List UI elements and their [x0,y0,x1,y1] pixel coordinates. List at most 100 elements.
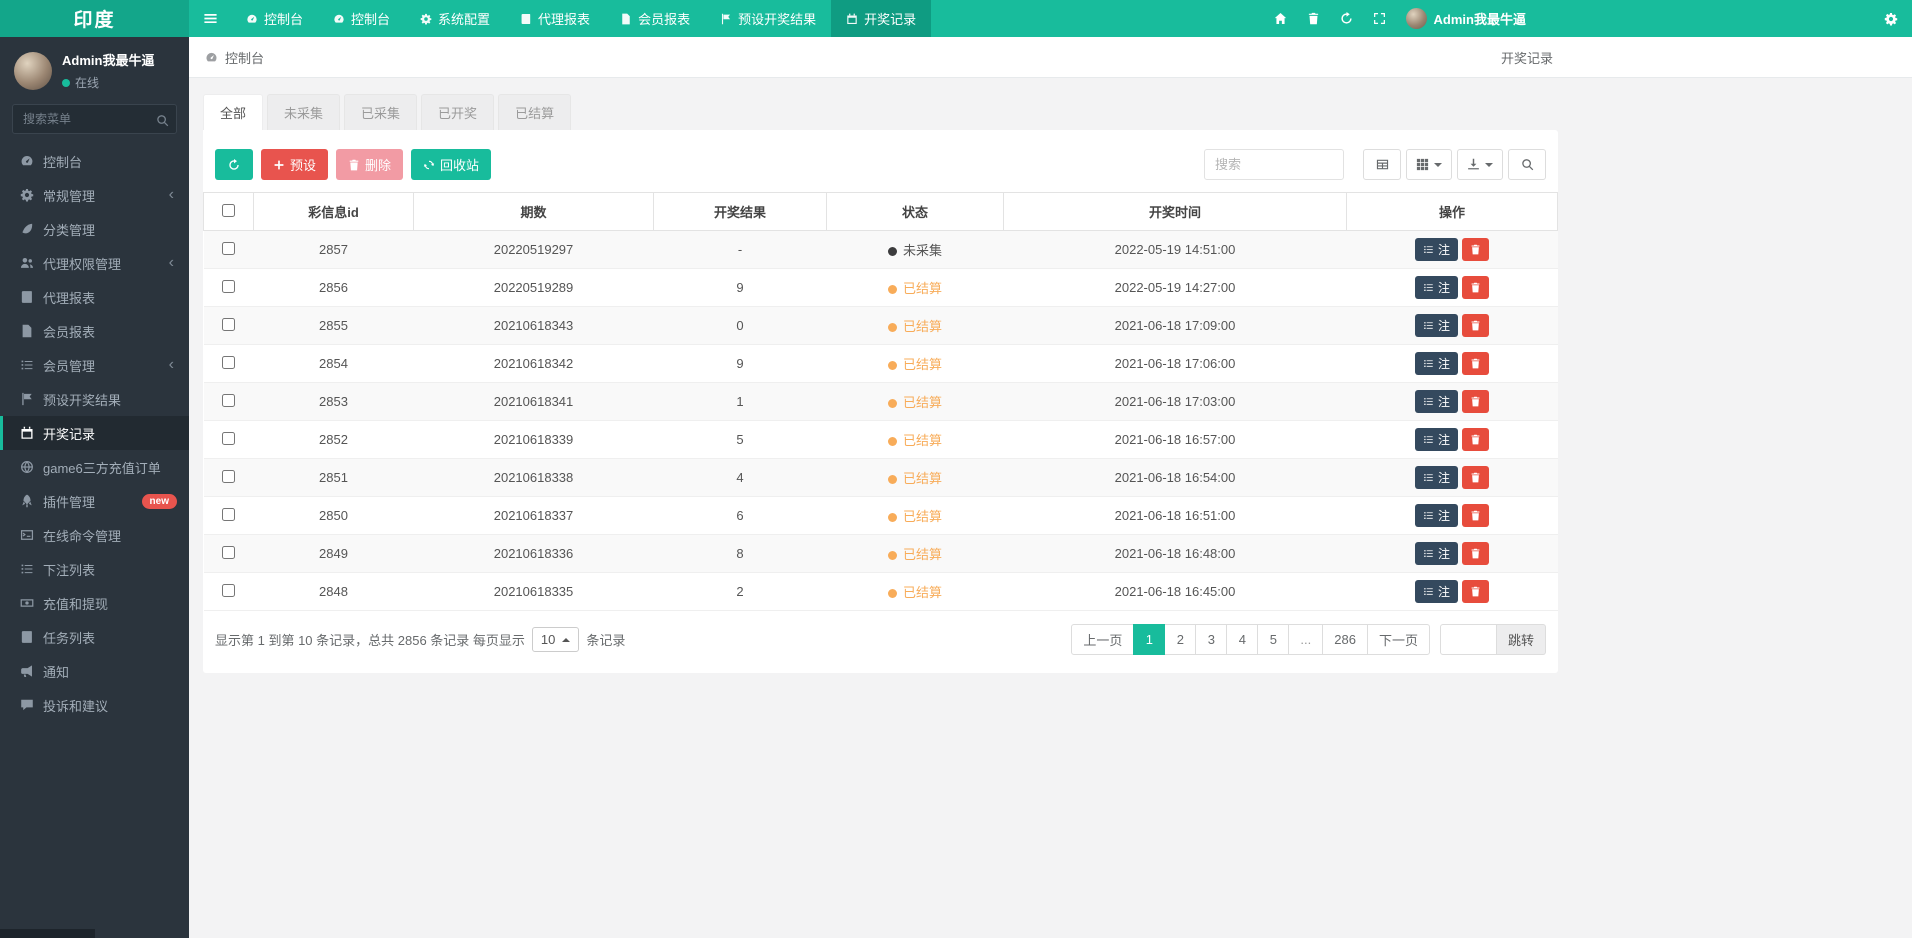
row-checkbox[interactable] [222,545,235,559]
note-button[interactable]: 注 [1414,314,1458,337]
tab-4[interactable]: 已结算 [498,94,572,130]
sidebar-item-11[interactable]: 在线命令管理 [0,518,189,552]
row-checkbox[interactable] [222,241,235,255]
tab-3[interactable]: 已开奖 [421,94,495,130]
page-button-2[interactable]: 2 [1164,624,1197,655]
note-button[interactable]: 注 [1414,276,1458,299]
sidebar-item-9[interactable]: game6三方充值订单 [0,450,189,484]
sidebar-item-12[interactable]: 下注列表 [0,552,189,586]
app-logo[interactable]: 印度 [0,0,189,37]
page-button-1[interactable]: 1 [1133,624,1166,655]
column-header-3[interactable]: 状态 [826,192,1004,231]
sidebar-toggle-button[interactable] [189,0,231,37]
delete-row-button[interactable] [1462,352,1489,375]
columns-dropdown-button[interactable] [1406,149,1452,180]
sidebar-item-14[interactable]: 任务列表 [0,620,189,654]
select-all-checkbox[interactable] [222,203,235,217]
menu-search-input[interactable] [12,104,177,134]
page-size-select[interactable]: 10 [531,627,580,652]
user-menu[interactable]: Admin我最牛逼 [1396,8,1536,29]
column-header-4[interactable]: 开奖时间 [1003,192,1347,231]
sidebar-item-3[interactable]: 代理权限管理 ‹ [0,246,189,280]
row-checkbox[interactable] [222,469,235,483]
tab-1[interactable]: 未采集 [267,94,341,130]
delete-row-button[interactable] [1462,314,1489,337]
topnav-item-0[interactable]: 控制台 [231,0,318,37]
row-checkbox[interactable] [222,317,235,331]
delete-row-button[interactable] [1462,542,1489,565]
note-button[interactable]: 注 [1414,390,1458,413]
sidebar-item-0[interactable]: 控制台 [0,144,189,178]
row-checkbox[interactable] [222,393,235,407]
page-button-5[interactable]: 5 [1257,624,1290,655]
next-button[interactable]: 下一页 [1366,624,1430,655]
topnav-item-3[interactable]: 代理报表 [505,0,605,37]
column-header-0[interactable]: 彩信息id [253,192,414,231]
row-checkbox[interactable] [222,431,235,445]
note-button[interactable]: 注 [1414,466,1458,489]
sidebar-item-6[interactable]: 会员管理 ‹ [0,348,189,382]
toggle-view-button[interactable] [1363,149,1401,180]
row-checkbox[interactable] [222,355,235,369]
note-button[interactable]: 注 [1414,238,1458,261]
page-button-4[interactable]: 4 [1226,624,1259,655]
column-header-2[interactable]: 开奖结果 [653,192,827,231]
sidebar-item-4[interactable]: 代理报表 [0,280,189,314]
topnav-item-2[interactable]: 系统配置 [405,0,505,37]
table-search-input[interactable] [1204,149,1344,180]
topbar-trash-button[interactable] [1297,0,1330,37]
row-checkbox[interactable] [222,583,235,597]
recycle-button[interactable]: 回收站 [411,149,492,180]
topbar-refresh-button[interactable] [1330,0,1363,37]
tab-0[interactable]: 全部 [203,94,264,130]
sidebar-item-15[interactable]: 通知 [0,654,189,688]
jump-page-input[interactable] [1439,624,1497,655]
note-button[interactable]: 注 [1414,542,1458,565]
delete-row-button[interactable] [1462,580,1489,603]
preset-button[interactable]: 预设 [261,149,329,180]
sidebar-item-5[interactable]: 会员报表 [0,314,189,348]
column-header-1[interactable]: 期数 [413,192,654,231]
note-button[interactable]: 注 [1414,504,1458,527]
gear-icon [1884,12,1898,25]
tab-2[interactable]: 已采集 [344,94,418,130]
jump-button[interactable]: 跳转 [1496,624,1546,655]
delete-row-button[interactable] [1462,428,1489,451]
page-button-3[interactable]: 3 [1195,624,1228,655]
breadcrumb-dashboard-link[interactable]: 控制台 [205,48,264,67]
export-dropdown-button[interactable] [1457,149,1503,180]
sidebar-item-2[interactable]: 分类管理 [0,212,189,246]
settings-gear-button[interactable] [1878,0,1904,37]
sidebar-item-8[interactable]: 开奖记录 [0,416,189,450]
search-toggle-button[interactable] [1508,149,1546,180]
sidebar-item-7[interactable]: 预设开奖结果 [0,382,189,416]
row-checkbox[interactable] [222,279,235,293]
sidebar-item-16[interactable]: 投诉和建议 [0,688,189,722]
delete-row-button[interactable] [1462,504,1489,527]
refresh-button[interactable] [215,149,253,180]
note-button[interactable]: 注 [1414,428,1458,451]
delete-row-button[interactable] [1462,276,1489,299]
topnav-item-4[interactable]: 会员报表 [605,0,705,37]
note-button[interactable]: 注 [1414,580,1458,603]
table-toolbar: 预设 删除 回收站 [203,130,1558,192]
delete-button[interactable]: 删除 [336,149,404,180]
delete-row-button[interactable] [1462,390,1489,413]
row-checkbox[interactable] [222,507,235,521]
topbar-expand-button[interactable] [1363,0,1396,37]
sidebar-item-10[interactable]: 插件管理 new [0,484,189,518]
topbar-home-button[interactable] [1264,0,1297,37]
topnav-item-1[interactable]: 控制台 [318,0,405,37]
column-header-5[interactable]: 操作 [1346,192,1558,231]
page-button-286[interactable]: 286 [1322,624,1368,655]
sidebar-item-13[interactable]: 充值和提现 [0,586,189,620]
sidebar-profile[interactable]: Admin我最牛逼 在线 [0,37,189,102]
topnav-item-5[interactable]: 预设开奖结果 [705,0,831,37]
delete-row-button[interactable] [1462,238,1489,261]
delete-row-button[interactable] [1462,466,1489,489]
note-button[interactable]: 注 [1414,352,1458,375]
prev-button[interactable]: 上一页 [1071,624,1135,655]
sidebar-item-1[interactable]: 常规管理 ‹ [0,178,189,212]
topnav-item-6[interactable]: 开奖记录 [831,0,932,37]
cell-result: 2 [653,572,827,611]
